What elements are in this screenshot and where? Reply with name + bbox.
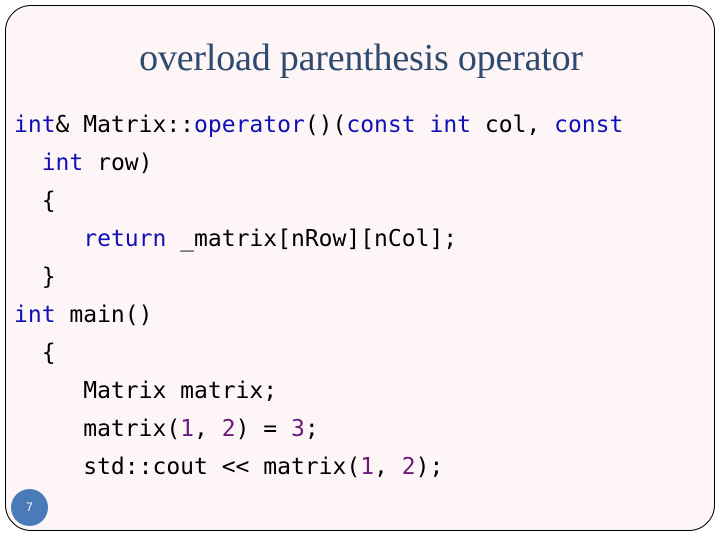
code-keyword: int	[14, 112, 56, 138]
code-line: return _matrix[nRow][nCol];	[14, 220, 623, 258]
code-text: matrix(	[14, 416, 181, 442]
code-text: _matrix[nRow][nCol];	[166, 226, 458, 252]
code-text: ,	[194, 416, 222, 442]
code-text: row)	[83, 150, 153, 176]
code-keyword: int	[41, 150, 84, 176]
code-number: 1	[180, 416, 195, 442]
code-number: 1	[360, 454, 375, 480]
code-text: ,	[374, 454, 402, 480]
code-keyword: const	[346, 112, 416, 138]
code-text: ;	[304, 416, 319, 442]
code-line: matrix(1, 2) = 3;	[14, 410, 623, 448]
code-number: 3	[290, 416, 305, 442]
code-keyword: operator	[194, 112, 305, 138]
code-line: std::cout << matrix(1, 2);	[14, 448, 623, 486]
code-text: );	[415, 454, 444, 480]
code-text: & Matrix::	[55, 112, 195, 138]
code-text: ) =	[235, 416, 291, 442]
code-block: int& Matrix::operator()(const int col, c…	[14, 106, 623, 486]
slide: overload parenthesis operator int& Matri…	[5, 5, 715, 531]
code-keyword: int	[429, 112, 472, 138]
code-text: {	[14, 188, 56, 214]
code-line: int& Matrix::operator()(const int col, c…	[14, 106, 623, 144]
slide-title: overload parenthesis operator	[139, 37, 583, 79]
code-text: col,	[471, 112, 555, 138]
code-keyword: const	[554, 112, 624, 138]
code-number: 2	[221, 416, 236, 442]
code-number: 2	[401, 454, 416, 480]
code-line: int main()	[14, 296, 623, 334]
code-line: }	[14, 258, 623, 296]
code-text: Matrix matrix;	[14, 378, 278, 404]
code-text: }	[14, 264, 56, 290]
code-keyword: int	[14, 302, 56, 328]
page-number-badge: 7	[11, 489, 48, 526]
code-line: {	[14, 182, 623, 220]
code-line: int row)	[14, 144, 623, 182]
code-line: Matrix matrix;	[14, 372, 623, 410]
code-text: main()	[55, 302, 153, 328]
code-text: std::cout << matrix(	[14, 454, 361, 480]
code-line: {	[14, 334, 623, 372]
code-keyword: return	[83, 226, 167, 252]
code-text: {	[14, 340, 56, 366]
code-text: ()(	[304, 112, 347, 138]
